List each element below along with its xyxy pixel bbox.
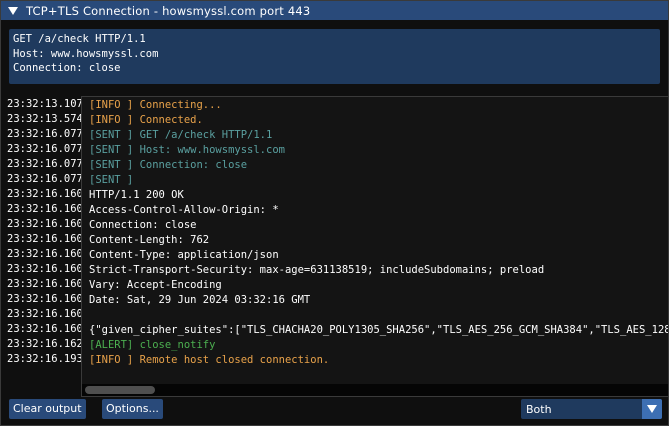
log-line: [INFO ] Connecting... — [89, 99, 222, 111]
request-input[interactable]: GET /a/check HTTP/1.1 Host: www.howsmyss… — [9, 29, 660, 84]
log-line: [SENT ] GET /a/check HTTP/1.1 — [89, 129, 273, 141]
log-line: [SENT ] — [89, 174, 134, 186]
log-timestamp: 23:32:16.160 — [7, 263, 83, 275]
log-timestamp: 23:32:16.193 — [7, 353, 83, 365]
log-line: [INFO ] Connected. — [89, 114, 203, 126]
log-line: HTTP/1.1 200 OK — [89, 189, 184, 201]
log-timestamp: 23:32:16.077 — [7, 128, 83, 140]
mode-select-value: Both — [526, 402, 552, 416]
log-line: [INFO ] Remote host closed connection. — [89, 354, 330, 366]
log-line: Content-Length: 762 — [89, 234, 210, 246]
log-line: [ALERT] close_notify — [89, 339, 216, 351]
request-line: Connection: close — [13, 62, 121, 74]
log-area: 23:32:13.107 23:32:13.574 23:32:16.077 23:3… — [1, 95, 668, 397]
scrollbar-thumb[interactable] — [85, 386, 155, 394]
request-line: Host: www.howsmyssl.com — [13, 47, 159, 60]
title-bar[interactable]: TCP+TLS Connection - howsmyssl.com port … — [1, 1, 668, 20]
log-timestamp: 23:32:16.160 — [7, 203, 83, 215]
log-line: {"given_cipher_suites":["TLS_CHACHA20_PO… — [89, 324, 668, 336]
log-timestamp: 23:32:16.160 — [7, 308, 83, 320]
log-line: Content-Type: application/json — [89, 249, 279, 261]
log-timestamp: 23:32:16.077 — [7, 158, 83, 170]
request-line: GET /a/check HTTP/1.1 — [13, 33, 146, 45]
clear-output-button[interactable]: Clear output — [9, 399, 86, 419]
window-title: TCP+TLS Connection - howsmyssl.com port … — [26, 3, 311, 18]
log-line: [SENT ] Host: www.howsmyssl.com — [89, 144, 285, 156]
log-timestamp: 23:32:13.574 — [7, 113, 83, 125]
log-timestamp: 23:32:16.160 — [7, 218, 83, 230]
log-timestamp: 23:32:16.077 — [7, 143, 83, 155]
log-line: [SENT ] Connection: close — [89, 159, 248, 171]
log-timestamp: 23:32:16.160 — [7, 323, 83, 335]
chevron-down-icon — [647, 405, 657, 413]
options-button[interactable]: Options... — [102, 399, 163, 419]
collapse-triangle-icon[interactable] — [8, 6, 18, 15]
log-line: Access-Control-Allow-Origin: * — [89, 204, 279, 216]
bottom-toolbar: Clear output Options... Both — [1, 398, 668, 421]
log-timestamp: 23:32:16.162 — [7, 338, 83, 350]
log-timestamp: 23:32:16.077 — [7, 173, 83, 185]
log-line: Connection: close — [89, 219, 197, 231]
log-timestamp: 23:32:16.160 — [7, 278, 83, 290]
log-timestamp: 23:32:16.160 — [7, 248, 83, 260]
log-line: Strict-Transport-Security: max-age=63113… — [89, 264, 545, 276]
log-timestamp: 23:32:16.160 — [7, 293, 83, 305]
log-timestamp: 23:32:13.107 — [7, 98, 83, 110]
log-line: Date: Sat, 29 Jun 2024 03:32:16 GMT — [89, 294, 311, 306]
log-timestamp: 23:32:16.160 — [7, 233, 83, 245]
log-timestamp: 23:32:16.160 — [7, 188, 83, 200]
log-line: Vary: Accept-Encoding — [89, 279, 222, 291]
dropdown-button[interactable] — [642, 399, 662, 419]
horizontal-scrollbar[interactable] — [82, 384, 668, 396]
connection-window: TCP+TLS Connection - howsmyssl.com port … — [0, 0, 669, 426]
log-output[interactable]: [INFO ] Remote host closed connection. [A… — [81, 96, 668, 397]
mode-select[interactable]: Both — [521, 399, 662, 419]
